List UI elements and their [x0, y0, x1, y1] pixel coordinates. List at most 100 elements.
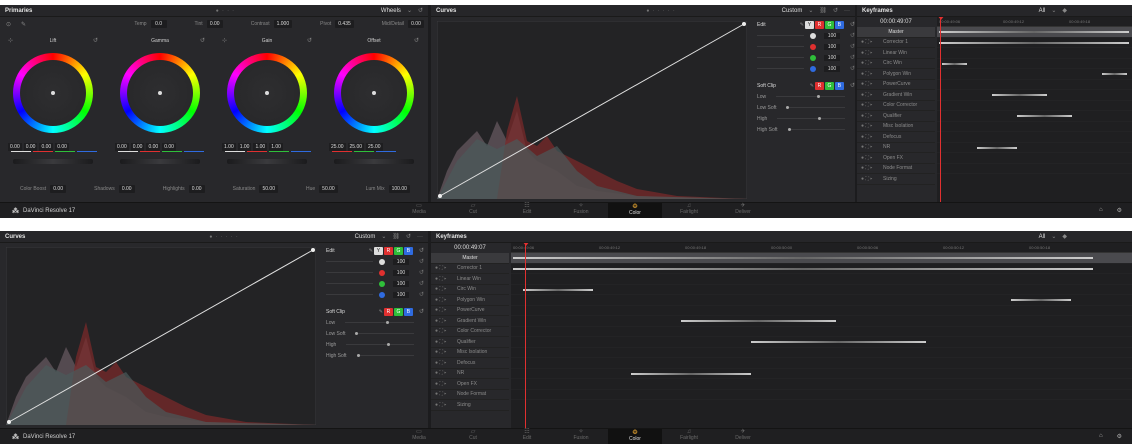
kf-track-label[interactable]: NR: [883, 144, 890, 150]
curves-preset-dropdown[interactable]: Custom: [355, 234, 376, 240]
home-icon[interactable]: ⌂: [1099, 207, 1103, 214]
reset-icon[interactable]: ↺: [414, 37, 419, 44]
high-slider[interactable]: [346, 343, 414, 346]
hue-field[interactable]: 50.00: [319, 185, 338, 193]
offset-master-wheel[interactable]: [334, 159, 414, 164]
b-intensity[interactable]: 100: [823, 65, 840, 72]
lummix-field[interactable]: 100.00: [388, 185, 410, 193]
g-intensity[interactable]: 100: [392, 280, 409, 287]
page-color[interactable]: ❂ Color: [608, 203, 662, 218]
softclip-g-button[interactable]: G: [824, 81, 834, 90]
reset-icon[interactable]: ↺: [850, 32, 855, 39]
kf-track-label[interactable]: Gradient Win: [883, 92, 912, 98]
r-intensity[interactable]: 100: [392, 269, 409, 276]
kf-track-label[interactable]: Color Corrector: [457, 328, 491, 334]
channel-g-button[interactable]: G: [393, 246, 403, 255]
kf-track-label[interactable]: Color Corrector: [883, 102, 917, 108]
kf-track-label[interactable]: PowerCurve: [457, 307, 485, 313]
offset-r-value[interactable]: 25.00: [329, 143, 346, 151]
pencil-icon[interactable]: ✎: [379, 309, 383, 315]
reset-icon[interactable]: ↺: [850, 65, 855, 72]
curves-preset-dropdown[interactable]: Custom: [782, 8, 803, 14]
kf-track-label[interactable]: Sizing: [883, 176, 897, 182]
page-dots[interactable]: ● · · · · ·: [646, 8, 675, 14]
y-intensity[interactable]: 100: [823, 32, 840, 39]
g-intensity[interactable]: 100: [823, 54, 840, 61]
kf-track-label[interactable]: Node Format: [457, 391, 486, 397]
auto-balance-icon[interactable]: ✎: [21, 21, 26, 28]
kf-track-label[interactable]: Linear Win: [457, 276, 481, 282]
low-slider[interactable]: [345, 321, 414, 324]
reset-icon[interactable]: ↺: [406, 233, 411, 240]
lift-g-value[interactable]: 0.00: [39, 143, 54, 151]
channel-y-button[interactable]: Y: [804, 20, 814, 29]
kf-track-label[interactable]: Misc Isolation: [457, 349, 487, 355]
page-media[interactable]: ▭ Media: [392, 203, 446, 218]
gain-y-value[interactable]: 1.00: [222, 143, 236, 151]
link-icon[interactable]: ⛓: [819, 7, 827, 14]
offset-wheel[interactable]: Offset ↺ 25.00 25.00 25.00: [321, 35, 427, 175]
kf-track-label[interactable]: Corrector 1: [883, 39, 908, 45]
more-options-icon[interactable]: ···: [844, 8, 850, 14]
kf-track-label[interactable]: Qualifier: [883, 113, 902, 119]
channel-b-button[interactable]: B: [834, 20, 844, 29]
kf-track-label[interactable]: Circ Win: [883, 60, 902, 66]
keyframe-mode-icon[interactable]: ◆: [1062, 7, 1067, 14]
kf-track-label[interactable]: NR: [457, 370, 464, 376]
kf-track-label[interactable]: Misc Isolation: [883, 123, 913, 129]
reset-icon[interactable]: ↺: [419, 308, 424, 315]
chevron-down-icon[interactable]: ⌄: [1051, 7, 1056, 14]
reset-icon[interactable]: ↺: [419, 269, 424, 276]
gain-master-wheel[interactable]: [227, 159, 307, 164]
high-slider[interactable]: [777, 117, 845, 120]
kf-track-label[interactable]: Node Format: [883, 165, 912, 171]
reset-icon[interactable]: ↺: [200, 37, 205, 44]
gain-b-value[interactable]: 1.00: [269, 143, 283, 151]
low-soft-slider[interactable]: [786, 106, 845, 109]
softclip-b-button[interactable]: B: [834, 81, 844, 90]
pivot-field[interactable]: 0.435: [335, 20, 354, 28]
more-options-icon[interactable]: ···: [417, 234, 423, 240]
keyframe-timeline[interactable]: 00:00:49:06 00:00:49:12 00:00:49:18 00:0…: [511, 243, 1132, 428]
page-edit[interactable]: ☷ Edit: [500, 203, 554, 218]
color-boost-field[interactable]: 0.00: [50, 185, 67, 193]
kf-track-label[interactable]: Polygon Win: [883, 71, 911, 77]
offset-b-value[interactable]: 25.00: [366, 143, 383, 151]
reset-icon[interactable]: ↺: [418, 7, 423, 14]
kf-track-label[interactable]: Sizing: [457, 402, 471, 408]
softclip-b-button[interactable]: B: [403, 307, 413, 316]
highlights-field[interactable]: 0.00: [188, 185, 205, 193]
gain-wheel[interactable]: ⊹ Gain ↺ 1.00 1.00 1.00 1.00: [214, 35, 320, 175]
kf-track-label[interactable]: Defocus: [457, 360, 475, 366]
channel-r-button[interactable]: R: [383, 246, 393, 255]
chevron-down-icon[interactable]: ⌄: [381, 233, 386, 240]
kf-master-label[interactable]: Master: [888, 29, 903, 35]
lift-b-value[interactable]: 0.00: [55, 143, 69, 151]
offset-g-value[interactable]: 25.00: [347, 143, 365, 151]
gain-g-value[interactable]: 1.00: [253, 143, 268, 151]
chevron-down-icon[interactable]: ⌄: [1051, 233, 1056, 240]
reset-icon[interactable]: ↺: [419, 247, 424, 254]
chevron-down-icon[interactable]: ⌄: [808, 7, 813, 14]
reset-icon[interactable]: ↺: [850, 82, 855, 89]
channel-g-button[interactable]: G: [824, 20, 834, 29]
temp-field[interactable]: 0.0: [150, 20, 167, 28]
reset-icon[interactable]: ↺: [850, 54, 855, 61]
softclip-r-button[interactable]: R: [383, 307, 393, 316]
shadows-field[interactable]: 0.00: [118, 185, 135, 193]
page-deliver[interactable]: ✈ Deliver: [716, 203, 770, 218]
reset-icon[interactable]: ↺: [850, 43, 855, 50]
reset-icon[interactable]: ↺: [833, 7, 838, 14]
page-dots[interactable]: ● · · ·: [216, 8, 235, 14]
gamma-master-wheel[interactable]: [120, 159, 200, 164]
pencil-icon[interactable]: ✎: [800, 22, 804, 28]
kf-master-label[interactable]: Master: [462, 255, 477, 261]
contrast-field[interactable]: 1.000: [273, 20, 293, 28]
r-intensity[interactable]: 100: [823, 43, 840, 50]
gamma-r-value[interactable]: 0.00: [130, 143, 145, 151]
channel-y-button[interactable]: Y: [373, 246, 383, 255]
saturation-field[interactable]: 50.00: [259, 185, 278, 193]
high-soft-slider[interactable]: [787, 128, 845, 131]
playhead[interactable]: [522, 243, 530, 428]
page-fusion[interactable]: ✧ Fusion: [554, 203, 608, 218]
